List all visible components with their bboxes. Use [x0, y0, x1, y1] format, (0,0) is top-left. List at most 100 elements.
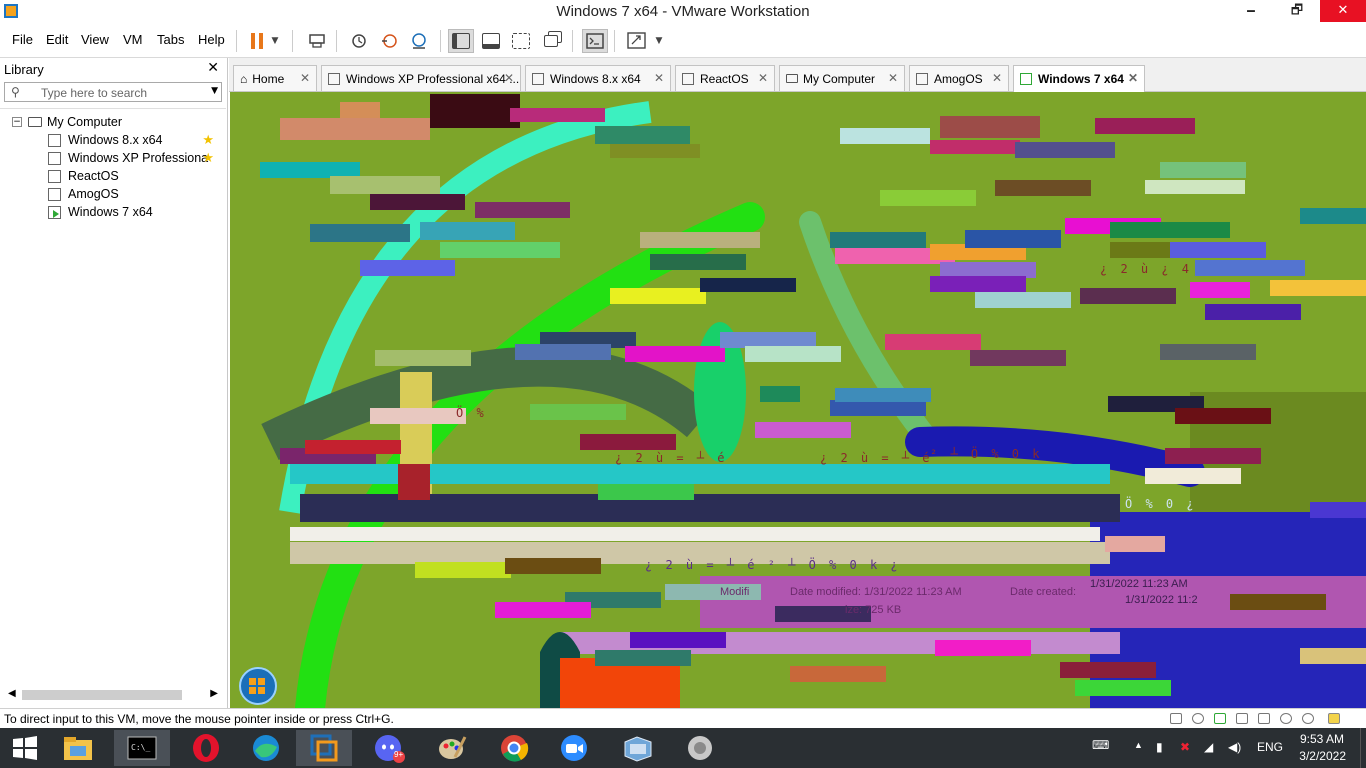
tab-close-icon[interactable]: ✕ [992, 71, 1002, 85]
tree-item-label: AmogOS [68, 187, 119, 201]
show-desktop-button[interactable] [1360, 728, 1366, 768]
display-icon[interactable] [1302, 713, 1314, 724]
clock-time[interactable]: 9:53 AM [1300, 732, 1344, 746]
file-explorer-taskbar-button[interactable] [50, 730, 106, 766]
tab-home[interactable]: ⌂ Home ✕ [233, 65, 317, 91]
snapshot-manager-button[interactable] [406, 29, 432, 53]
tree-item-amogos[interactable]: AmogOS [48, 185, 119, 203]
tab-close-icon[interactable]: ✕ [300, 71, 310, 85]
volume-icon[interactable]: ◀) [1228, 740, 1241, 754]
tab-windows-8[interactable]: Windows 8.x x64 ✕ [525, 65, 671, 91]
tab-close-icon[interactable]: ✕ [1128, 71, 1138, 85]
tree-item-windows-7[interactable]: Windows 7 x64 [48, 203, 153, 221]
edge-taskbar-button[interactable] [238, 730, 294, 766]
minimize-button[interactable]: 🗕 [1228, 0, 1274, 22]
menu-vm[interactable]: VM [123, 32, 143, 47]
thumbnail-bar-button[interactable] [478, 29, 504, 53]
close-button[interactable]: ✕ [1320, 0, 1366, 22]
edge-icon [253, 735, 279, 761]
scrollbar-thumb[interactable] [22, 690, 182, 700]
vm-display[interactable]: ¿ 2 ù = ┴ é ¿ 2 ù = ┴ é ² ┴ Ö % 0 k ¿ 2 … [230, 92, 1366, 708]
wifi-signal-icon[interactable]: ◢ [1204, 740, 1213, 754]
running-vm-icon [48, 205, 61, 219]
vm-icon [532, 72, 544, 85]
start-button[interactable] [0, 730, 50, 766]
chrome-taskbar-button[interactable] [486, 730, 542, 766]
take-snapshot-button[interactable] [346, 29, 372, 53]
tree-item-my-computer[interactable]: My Computer [28, 113, 122, 131]
opera-taskbar-button[interactable] [178, 730, 234, 766]
message-log-icon[interactable] [1328, 713, 1340, 724]
tab-amogos[interactable]: AmogOS ✕ [909, 65, 1009, 91]
vm-icon [48, 133, 61, 147]
tree-item-windows-xp[interactable]: Windows XP Professiona ★ [48, 149, 224, 167]
toolbar-separator [440, 30, 441, 52]
show-library-button[interactable] [448, 29, 474, 53]
command-prompt-taskbar-button[interactable]: C:\_ [114, 730, 170, 766]
power-dropdown-button[interactable]: ▼ [266, 29, 284, 53]
network-disconnected-icon[interactable]: ✖ [1180, 740, 1190, 754]
full-screen-button[interactable] [508, 29, 534, 53]
tree-item-windows-8[interactable]: Windows 8.x x64 ★ [48, 131, 224, 149]
show-hidden-icons-chevron-icon[interactable]: ▲ [1134, 740, 1143, 750]
windows-taskbar: C:\_ 9+ ⌨ ▲ ▮ ✖ ◢ ◀) ENG 9:53 AM 3/2/202… [0, 728, 1366, 768]
collapse-toggle[interactable]: − [12, 117, 22, 127]
hard-disk-icon[interactable] [1170, 713, 1182, 724]
virtualbox-icon [624, 736, 652, 762]
restore-button[interactable]: 🗗 [1274, 0, 1320, 22]
discord-taskbar-button[interactable]: 9+ [362, 730, 418, 766]
zoom-taskbar-button[interactable] [546, 730, 602, 766]
revert-snapshot-button[interactable] [376, 29, 402, 53]
toolbar-separator [236, 30, 237, 52]
library-horizontal-scrollbar[interactable]: ◀ ▶ [4, 688, 222, 702]
input-language[interactable]: ENG [1257, 740, 1283, 754]
paint-taskbar-button[interactable] [424, 730, 480, 766]
cd-drive-icon[interactable] [1192, 713, 1204, 724]
search-icon: ⚲ [11, 85, 20, 99]
windows-logo-icon [13, 736, 37, 760]
pause-icon [251, 33, 263, 49]
console-view-button[interactable] [582, 29, 608, 53]
power-plug-icon[interactable]: ▮ [1156, 740, 1163, 754]
tab-my-computer[interactable]: My Computer ✕ [779, 65, 905, 91]
usb-device-icon[interactable] [1258, 713, 1270, 724]
tab-label: ReactOS [700, 71, 749, 86]
tab-bar: ⌂ Home ✕ Windows XP Professional x64 ...… [229, 58, 1366, 92]
home-icon: ⌂ [240, 71, 248, 86]
tree-item-reactos[interactable]: ReactOS [48, 167, 119, 185]
window-title: Windows 7 x64 - VMware Workstation [556, 3, 810, 20]
tree-item-label: Windows 7 x64 [68, 205, 153, 219]
send-ctrl-alt-del-button[interactable] [304, 29, 330, 53]
menu-help[interactable]: Help [198, 32, 225, 47]
tab-close-icon[interactable]: ✕ [888, 71, 898, 85]
tab-windows-xp[interactable]: Windows XP Professional x64 ... ✕ [321, 65, 521, 91]
stretch-guest-button[interactable] [624, 29, 650, 53]
printer-icon[interactable] [1236, 713, 1248, 724]
tab-close-icon[interactable]: ✕ [504, 71, 514, 85]
touch-keyboard-icon[interactable]: ⌨ [1092, 738, 1109, 752]
menu-tabs[interactable]: Tabs [157, 32, 184, 47]
virtualbox-taskbar-button[interactable] [610, 730, 666, 766]
status-bar: To direct input to this VM, move the mou… [0, 708, 1366, 728]
sound-card-icon[interactable] [1280, 713, 1292, 724]
tab-close-icon[interactable]: ✕ [654, 71, 664, 85]
menu-view[interactable]: View [81, 32, 109, 47]
library-search-input[interactable]: ⚲ Type here to search ▼ [4, 82, 222, 102]
menu-file[interactable]: File [12, 32, 33, 47]
network-adapter-icon[interactable] [1214, 713, 1226, 724]
tab-reactos[interactable]: ReactOS ✕ [675, 65, 775, 91]
clock-date[interactable]: 3/2/2022 [1299, 749, 1346, 763]
vmware-taskbar-button[interactable] [296, 730, 352, 766]
chevron-down-icon[interactable]: ▼ [211, 86, 218, 96]
tab-windows-7[interactable]: Windows 7 x64 ✕ [1013, 65, 1145, 92]
tree-item-label: ReactOS [68, 169, 119, 183]
send-keys-icon [309, 34, 325, 48]
library-close-button[interactable]: ✕ [207, 60, 219, 76]
tab-close-icon[interactable]: ✕ [758, 71, 768, 85]
speaker-app-taskbar-button[interactable] [672, 730, 728, 766]
scroll-right-arrow-icon[interactable]: ▶ [210, 688, 218, 699]
menu-edit[interactable]: Edit [46, 32, 68, 47]
scroll-left-arrow-icon[interactable]: ◀ [8, 688, 16, 699]
unity-button[interactable] [538, 29, 564, 53]
stretch-dropdown-button[interactable]: ▼ [650, 29, 668, 53]
